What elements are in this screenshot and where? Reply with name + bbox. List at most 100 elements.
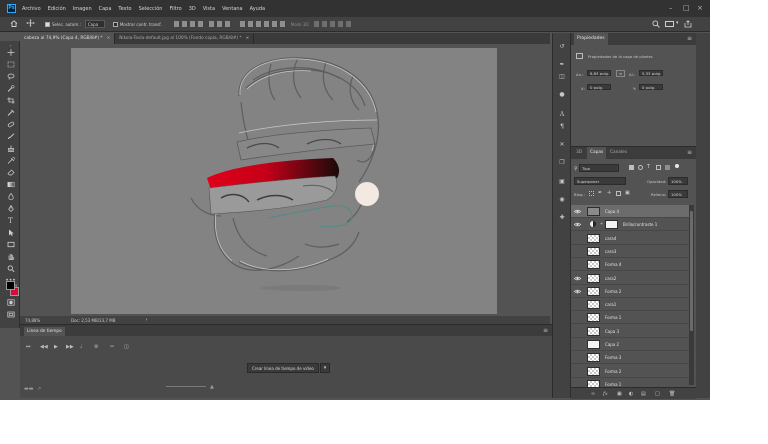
layers-stack-icon[interactable]: ▣: [558, 178, 566, 185]
search-icon[interactable]: [652, 20, 660, 30]
layers-scrollbar[interactable]: [689, 205, 694, 385]
menu-edicion[interactable]: Edición: [48, 6, 66, 12]
layer-row[interactable]: Capa 4: [571, 205, 689, 218]
paragraph-icon[interactable]: ¶: [558, 123, 566, 130]
height-field[interactable]: 5,33 pulg.: [639, 70, 663, 76]
screen-mode-icon[interactable]: [6, 311, 15, 318]
autoselect-dropdown[interactable]: Capa: [84, 20, 105, 28]
visibility-eye-icon[interactable]: [574, 342, 581, 347]
transition-icon[interactable]: ◫: [124, 344, 129, 350]
blend-mode-dropdown[interactable]: Superponer: [574, 177, 626, 185]
align-middle-icon[interactable]: [181, 21, 187, 27]
lock-transparent-icon[interactable]: [589, 191, 594, 196]
blur-tool-icon[interactable]: [6, 193, 15, 200]
history-brush-tool-icon[interactable]: [6, 157, 15, 164]
visibility-eye-icon[interactable]: [573, 276, 582, 281]
layer-row[interactable]: cara4: [571, 232, 689, 245]
delete-layer-icon[interactable]: 🗑: [669, 391, 675, 397]
fill-field[interactable]: 100%: [668, 190, 688, 198]
brush-settings-icon[interactable]: ✒: [558, 61, 566, 68]
new-group-icon[interactable]: ▤: [641, 391, 646, 397]
export-icon[interactable]: ❐: [558, 159, 566, 166]
opacity-field[interactable]: 100%: [668, 177, 688, 185]
tab-canales[interactable]: Canales: [607, 147, 630, 159]
filter-shape-icon[interactable]: [656, 165, 661, 170]
previous-frame-icon[interactable]: ◀◀: [40, 344, 48, 350]
adjustment-layer-icon[interactable]: ◐: [629, 391, 633, 397]
autoselect-checkbox[interactable]: [45, 21, 50, 27]
clone-stamp-tool-icon[interactable]: [6, 145, 15, 152]
tab-properties[interactable]: Propiedades: [574, 33, 608, 45]
tab-3d[interactable]: 3D: [573, 147, 585, 159]
tab-cabeza[interactable]: cabeza al 74,9% (Capa 4, RGB/8#) * ×: [20, 33, 116, 44]
paths-icon[interactable]: ✚: [558, 214, 566, 221]
quick-mask-icon[interactable]: [6, 299, 15, 306]
layer-row[interactable]: ⚭ Brillo/contraste 1: [571, 218, 689, 232]
tab-nikola-tesla[interactable]: Nikola-Tesla-default.jpg al 100% (Fondo …: [115, 33, 255, 44]
maximize-icon[interactable]: □: [683, 4, 690, 12]
convert-arrow-icon[interactable]: ↗: [37, 386, 41, 392]
close-icon[interactable]: ×: [697, 4, 703, 12]
visibility-eye-icon[interactable]: [573, 222, 582, 227]
create-video-timeline-button[interactable]: Crear línea de tiempo de vídeo: [247, 363, 319, 373]
menu-ayuda[interactable]: Ayuda: [250, 6, 265, 12]
scrollbar-thumb[interactable]: [690, 211, 693, 331]
slide-3d-icon[interactable]: [337, 21, 343, 27]
timeline-frames-icon[interactable]: ▬▬: [24, 386, 33, 392]
distribute-vcenter-icon[interactable]: [247, 21, 253, 27]
brush-tool-icon[interactable]: [6, 133, 15, 140]
panel-menu-icon[interactable]: ≡: [543, 327, 548, 334]
foreground-color-swatch[interactable]: [6, 281, 15, 290]
close-tab-icon[interactable]: ×: [107, 36, 111, 41]
align-right-icon[interactable]: [216, 21, 222, 27]
visibility-eye-icon[interactable]: [574, 262, 581, 267]
add-mask-icon[interactable]: ▣: [617, 391, 622, 397]
type-tool-icon[interactable]: T: [6, 217, 15, 225]
tools-cross-icon[interactable]: ✕: [558, 141, 566, 148]
lock-position-icon[interactable]: ✛: [607, 190, 611, 196]
visibility-eye-icon[interactable]: [573, 289, 582, 294]
layer-filter-dropdown[interactable]: Tipo: [579, 164, 619, 172]
home-icon[interactable]: [10, 19, 18, 29]
show-transform-checkbox[interactable]: [112, 21, 118, 27]
character-icon[interactable]: A: [558, 111, 566, 118]
history-icon[interactable]: ↺: [558, 43, 566, 50]
layer-mask-thumbnail[interactable]: [605, 220, 618, 230]
next-frame-icon[interactable]: ▶▶: [66, 344, 74, 350]
healing-brush-tool-icon[interactable]: [6, 121, 15, 128]
mountain-large-icon[interactable]: ▲: [210, 384, 214, 390]
zoom-level[interactable]: 74,88%: [25, 318, 61, 323]
rotate-3d-icon[interactable]: [313, 21, 319, 27]
tab-timeline[interactable]: Línea de tiempo: [24, 327, 65, 336]
toolbox-grip-icon[interactable]: »: [6, 43, 15, 48]
scale-3d-icon[interactable]: [345, 21, 351, 27]
visibility-eye-icon[interactable]: [574, 249, 581, 254]
distribute-top-icon[interactable]: [239, 21, 245, 27]
link-layers-icon[interactable]: ∞: [591, 391, 595, 397]
visibility-eye-icon[interactable]: [574, 369, 581, 374]
share-icon[interactable]: [684, 20, 692, 30]
visibility-eye-icon[interactable]: [574, 236, 581, 241]
lasso-tool-icon[interactable]: [6, 73, 15, 80]
pen-tool-icon[interactable]: [6, 205, 15, 212]
audio-icon[interactable]: ♩: [80, 344, 82, 350]
layer-row[interactable]: cara1: [571, 298, 689, 312]
align-top-icon[interactable]: [173, 21, 179, 27]
panel-menu-icon[interactable]: ≡: [687, 149, 692, 156]
menu-3d[interactable]: 3D: [189, 6, 196, 12]
play-icon[interactable]: ▶: [54, 344, 58, 350]
quick-selection-tool-icon[interactable]: [6, 85, 15, 92]
menu-capa[interactable]: Capa: [99, 6, 112, 12]
menu-filtro[interactable]: Filtro: [169, 6, 181, 12]
filter-search-icon[interactable]: ⚲: [574, 166, 578, 172]
new-layer-icon[interactable]: □: [655, 391, 660, 397]
photoshop-logo-icon[interactable]: Ps: [7, 4, 16, 13]
roll-3d-icon[interactable]: [321, 21, 327, 27]
distribute-bottom-icon[interactable]: [255, 21, 261, 27]
layer-row[interactable]: cara3: [571, 245, 689, 258]
workspace-icon[interactable]: [665, 21, 674, 27]
minimize-icon[interactable]: –: [669, 4, 673, 12]
panel-menu-icon[interactable]: ≡: [687, 35, 692, 42]
move-tool-icon[interactable]: [26, 19, 35, 29]
align-bottom-icon[interactable]: [189, 21, 195, 27]
